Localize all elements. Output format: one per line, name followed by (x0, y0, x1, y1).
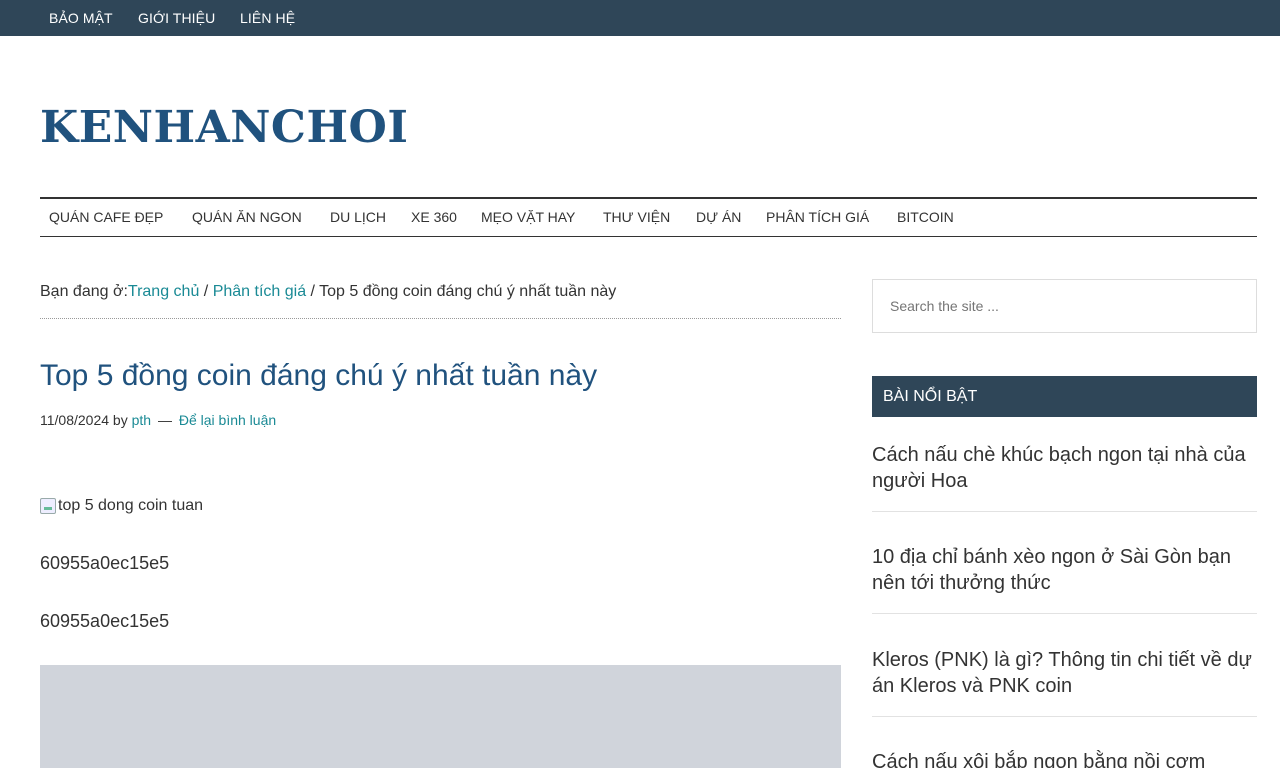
meta-dash: — (157, 412, 172, 428)
post-image-alt: top 5 dong coin tuan (58, 497, 204, 514)
top-nav-bar: BẢO MẬT GIỚI THIỆU LIÊN HỆ (0, 0, 1280, 36)
post-by: by (112, 412, 128, 428)
post-paragraph: 60955a0ec15e5 (40, 553, 170, 573)
breadcrumb-current: Top 5 đồng coin đáng chú ý nhất tuần này (319, 283, 617, 300)
breadcrumb-separator: / (199, 283, 213, 300)
featured-post-link[interactable]: Kleros (PNK) là gì? Thông tin chi tiết v… (872, 647, 1257, 699)
post-author-link[interactable]: pth (132, 412, 151, 428)
nav-du-lich[interactable]: DU LỊCH (330, 199, 386, 236)
top-nav-lien-he[interactable]: LIÊN HỆ (240, 0, 295, 36)
main-nav: QUÁN CAFE ĐẸP QUÁN ĂN NGON DU LỊCH XE 36… (40, 197, 1257, 237)
breadcrumb: Bạn đang ở:Trang chủ / Phân tích giá / T… (40, 280, 841, 319)
embed-placeholder (40, 665, 841, 768)
broken-image-icon (40, 498, 56, 514)
featured-post-link[interactable]: 10 địa chỉ bánh xèo ngon ở Sài Gòn bạn n… (872, 544, 1257, 596)
nav-quan-cafe-dep[interactable]: QUÁN CAFE ĐẸP (49, 199, 163, 236)
post-paragraph: 60955a0ec15e5 (40, 611, 170, 631)
nav-xe-360[interactable]: XE 360 (411, 199, 457, 236)
nav-thu-vien[interactable]: THƯ VIỆN (603, 199, 670, 236)
nav-meo-vat-hay[interactable]: MẸO VẶT HAY (481, 199, 575, 236)
post-meta: 11/08/2024 by pth — Để lại bình luận (40, 410, 276, 430)
breadcrumb-prefix: Bạn đang ở: (40, 283, 128, 300)
nav-quan-an-ngon[interactable]: QUÁN ĂN NGON (192, 199, 302, 236)
search-input[interactable] (872, 279, 1257, 333)
top-nav-bao-mat[interactable]: BẢO MẬT (49, 0, 113, 36)
breadcrumb-separator: / (306, 283, 320, 300)
nav-phan-tich-gia[interactable]: PHÂN TÍCH GIÁ (766, 199, 869, 236)
post-title: Top 5 đồng coin đáng chú ý nhất tuần này (40, 359, 598, 392)
divider (872, 613, 1257, 614)
post-comments-link[interactable]: Để lại bình luận (179, 412, 276, 428)
post-image: top 5 dong coin tuan (40, 495, 203, 517)
breadcrumb-home-link[interactable]: Trang chủ (128, 283, 199, 300)
featured-post-link[interactable]: Cách nấu chè khúc bạch ngon tại nhà của … (872, 442, 1257, 494)
divider (872, 716, 1257, 717)
divider (872, 511, 1257, 512)
nav-bitcoin[interactable]: BITCOIN (897, 199, 954, 236)
nav-du-an[interactable]: DỰ ÁN (696, 199, 741, 236)
top-nav-gioi-thieu[interactable]: GIỚI THIỆU (138, 0, 215, 36)
site-logo[interactable]: KENHANCHOI (40, 98, 408, 158)
breadcrumb-category-link[interactable]: Phân tích giá (213, 283, 306, 300)
featured-widget-title: BÀI NỔI BẬT (872, 376, 1257, 417)
featured-post-link[interactable]: Cách nấu xôi bắp ngon bằng nồi cơm (872, 749, 1257, 768)
post-date: 11/08/2024 (40, 412, 110, 428)
